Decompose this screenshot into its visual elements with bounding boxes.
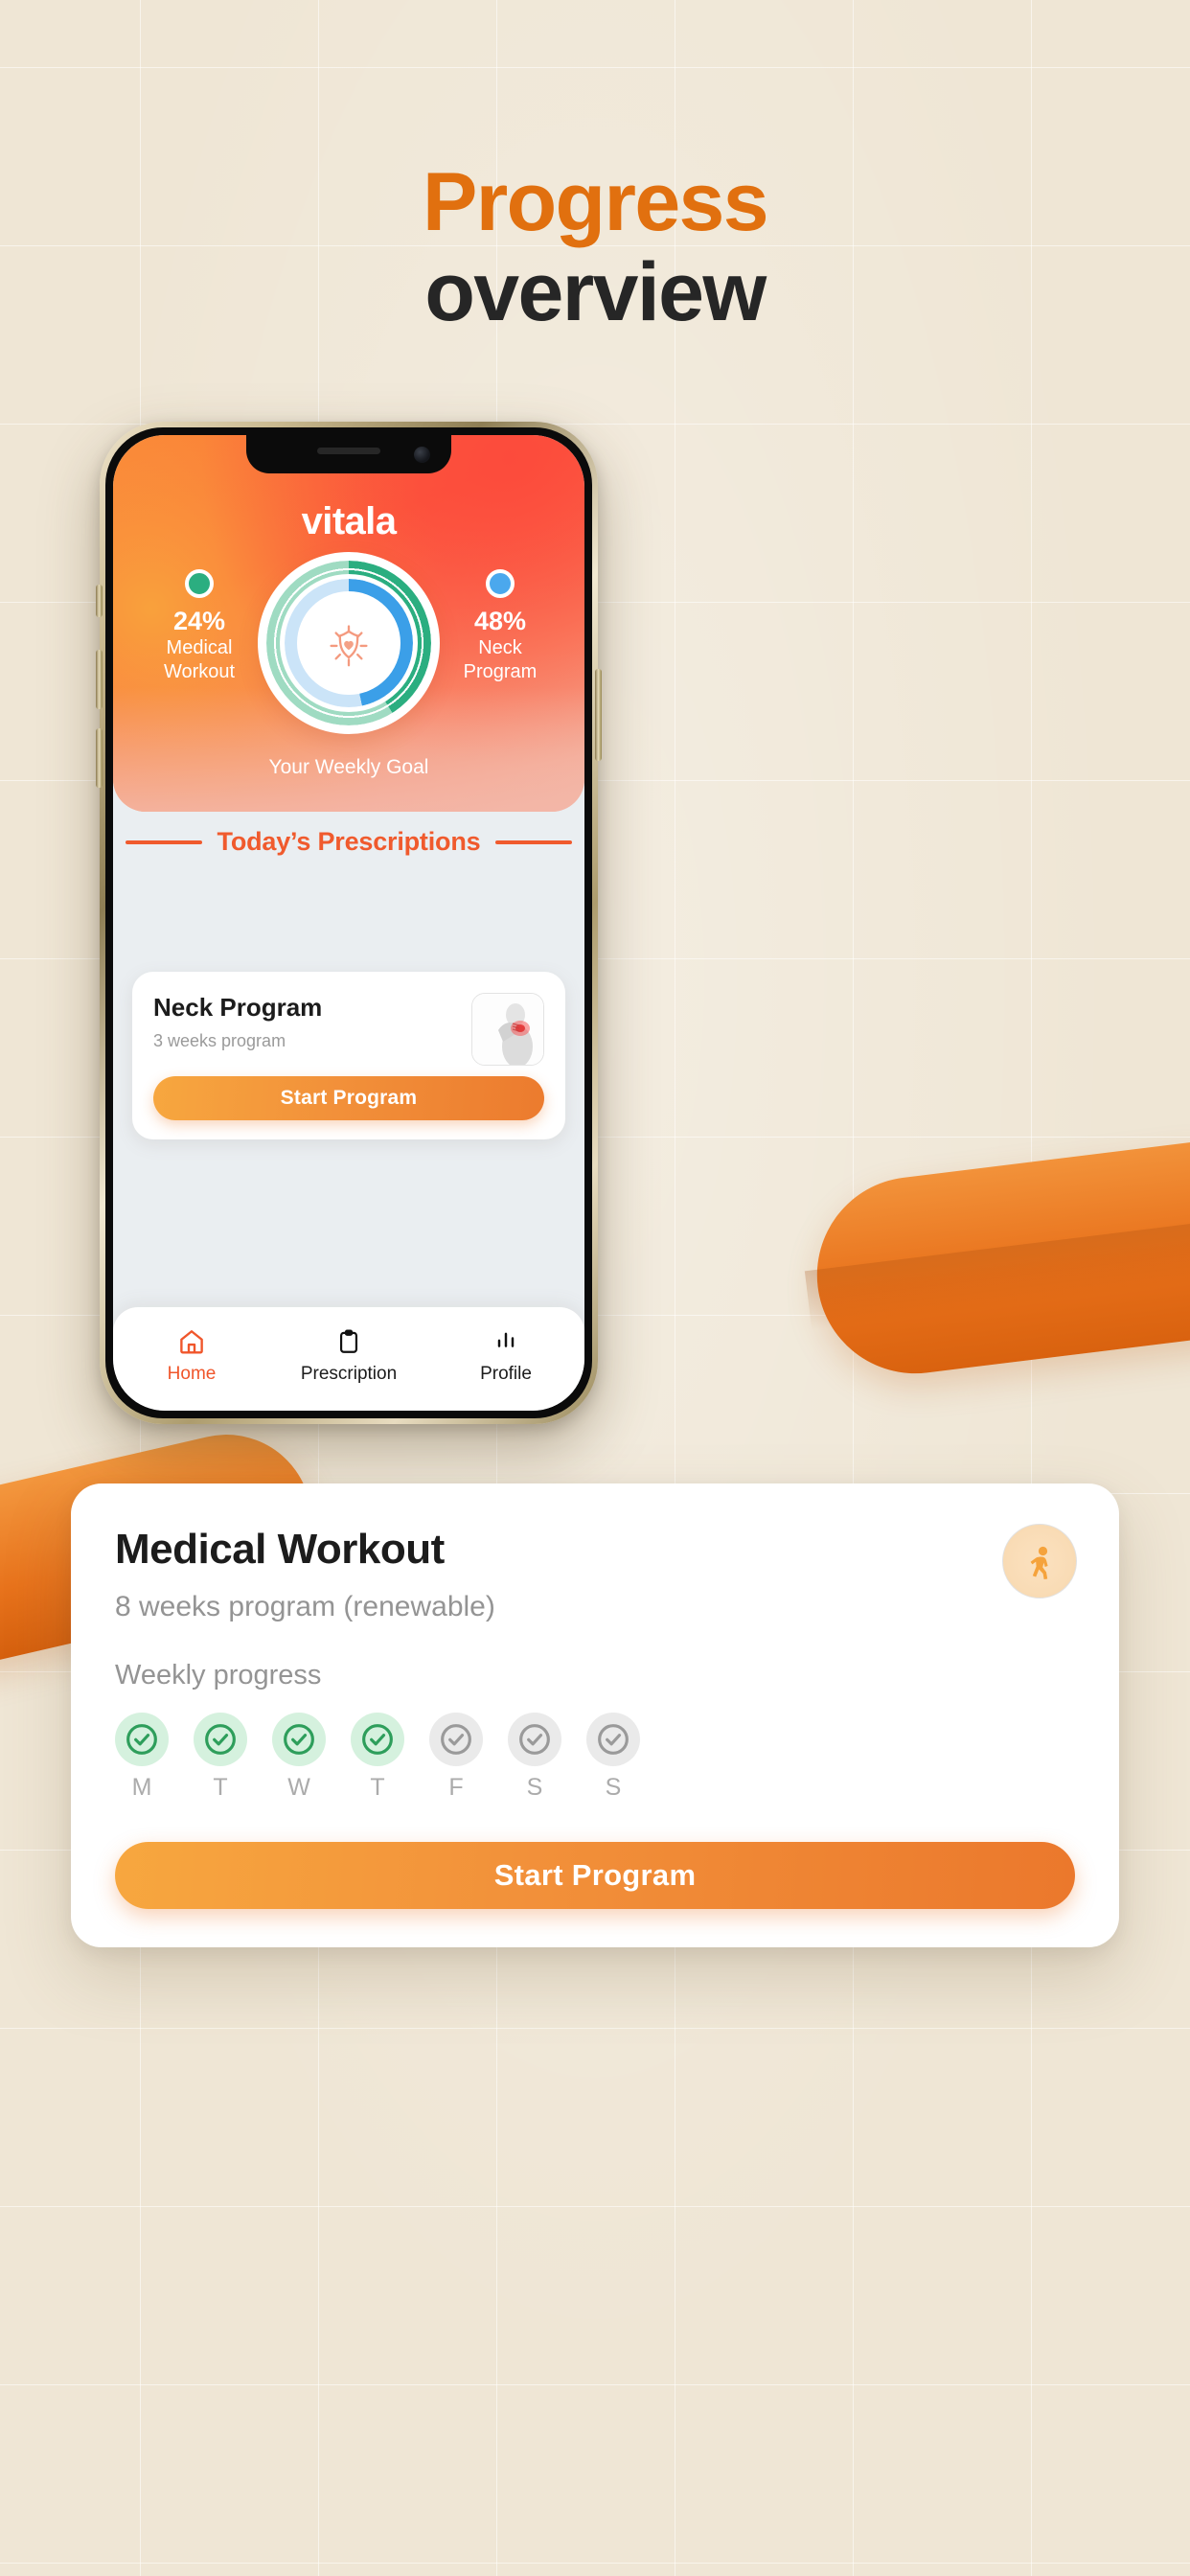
nav-item-profile[interactable]: Profile [427, 1326, 584, 1385]
weekly-goal-label: Your Weekly Goal [268, 756, 429, 778]
check-circle-done-icon [115, 1713, 169, 1766]
stat-label: Neck Program [463, 637, 538, 682]
day-label: F [448, 1774, 464, 1801]
day-label: S [526, 1774, 543, 1801]
section-header: Today’s Prescriptions [113, 827, 584, 857]
nav-label: Profile [480, 1364, 532, 1384]
stat-percent: 24% [172, 607, 226, 635]
day-item[interactable]: F [429, 1713, 483, 1802]
weekly-progress-days: M T W T F S S [115, 1713, 1075, 1802]
walking-person-badge [1002, 1524, 1077, 1598]
card-title: Medical Workout [115, 1526, 445, 1573]
page-title: Progress overview [0, 156, 1190, 338]
neck-pain-illustration-icon [472, 994, 543, 1065]
weekly-progress-rings [258, 552, 440, 734]
day-item[interactable]: S [586, 1713, 640, 1802]
phone-silence-switch [96, 585, 103, 617]
day-item[interactable]: M [115, 1713, 169, 1802]
stat-percent: 48% [473, 607, 527, 635]
stat-dot-blue-icon [486, 569, 515, 598]
day-item[interactable]: T [351, 1713, 404, 1802]
hero-gradient-panel: vitala 24% Medical Workout 48% Neck Prog… [113, 435, 584, 812]
phone-screen: vitala 24% Medical Workout 48% Neck Prog… [113, 435, 584, 1411]
nav-label: Home [167, 1364, 217, 1384]
check-circle-pending-icon [586, 1713, 640, 1766]
card-subtitle: 8 weeks program (renewable) [115, 1591, 495, 1622]
day-item[interactable]: T [194, 1713, 247, 1802]
phone-volume-down-button [96, 728, 103, 788]
phone-mockup: vitala 24% Medical Workout 48% Neck Prog… [96, 422, 602, 1424]
day-label: T [213, 1774, 228, 1801]
check-circle-done-icon [194, 1713, 247, 1766]
check-circle-done-icon [351, 1713, 404, 1766]
brand-logo: vitala [301, 500, 397, 542]
card-medical-workout[interactable]: Medical Workout 8 weeks program (renewab… [71, 1484, 1119, 1947]
earpiece-speaker [317, 448, 380, 454]
stat-label: Medical Workout [163, 637, 236, 682]
nav-label: Prescription [300, 1364, 398, 1384]
start-program-button-medical[interactable]: Start Program [115, 1842, 1075, 1909]
nav-item-home[interactable]: Home [113, 1326, 270, 1385]
day-label: S [605, 1774, 622, 1801]
shield-heart-icon [330, 625, 368, 667]
weekly-progress-label: Weekly progress [115, 1660, 322, 1690]
start-program-button-neck[interactable]: Start Program [153, 1076, 544, 1120]
ring-center [297, 591, 400, 695]
phone-notch [246, 435, 451, 473]
stat-medical-workout: 24% Medical Workout [142, 569, 257, 683]
day-label: T [370, 1774, 385, 1801]
front-camera-icon [414, 447, 430, 463]
section-rule-left [125, 840, 202, 844]
day-label: M [131, 1774, 152, 1801]
check-circle-done-icon [272, 1713, 326, 1766]
stat-neck-program: 48% Neck Program [443, 569, 558, 683]
walking-person-icon [1030, 1546, 1048, 1579]
bar-chart-icon [427, 1326, 584, 1357]
page-title-line1: Progress [422, 156, 769, 248]
phone-power-button [595, 669, 602, 761]
bottom-navigation-bar: Home Prescription Profile [113, 1307, 584, 1411]
stat-dot-green-icon [185, 569, 214, 598]
nav-item-prescription[interactable]: Prescription [270, 1326, 427, 1385]
section-header-title: Today’s Prescriptions [217, 827, 481, 856]
day-item[interactable]: W [272, 1713, 326, 1802]
day-label: W [287, 1774, 310, 1801]
check-circle-pending-icon [508, 1713, 561, 1766]
card-neck-program[interactable]: Neck Program 3 weeks program Start Progr… [132, 972, 565, 1139]
page-title-line2: overview [424, 245, 767, 338]
home-icon [113, 1326, 270, 1357]
section-rule-right [495, 840, 573, 844]
neck-pain-thumbnail [471, 993, 544, 1066]
check-circle-pending-icon [429, 1713, 483, 1766]
phone-volume-up-button [96, 650, 103, 709]
clipboard-icon [270, 1326, 427, 1357]
day-item[interactable]: S [508, 1713, 561, 1802]
